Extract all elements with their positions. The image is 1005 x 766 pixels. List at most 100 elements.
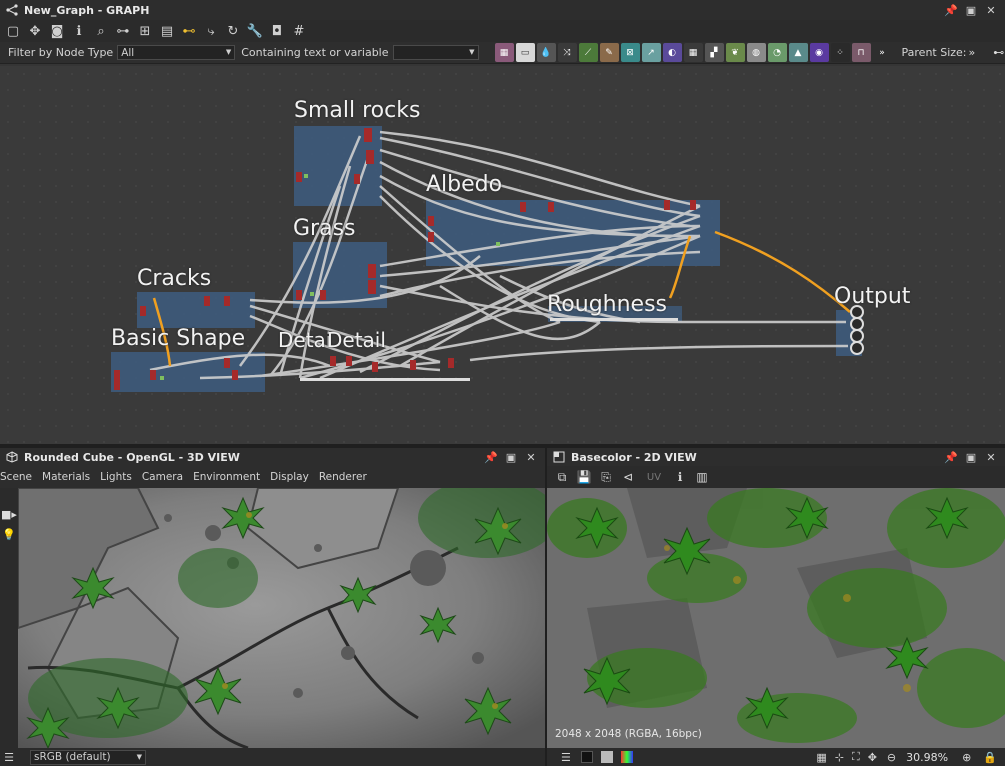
pattern-icon[interactable]: ⊠ — [620, 43, 640, 62]
graph-canvas[interactable]: Small rocks Albedo Grass Cracks Basic Sh… — [0, 66, 1005, 444]
more-icon[interactable]: » — [873, 43, 892, 62]
dock-icon[interactable]: ⊷ — [993, 46, 1004, 59]
menu-lights[interactable]: Lights — [100, 471, 132, 483]
layers-icon[interactable]: ☰ — [561, 751, 571, 764]
lock-icon[interactable]: 🔒 — [983, 751, 997, 764]
frame-title-albedo[interactable]: Albedo — [426, 172, 502, 197]
search-icon[interactable]: ⌕ — [90, 21, 112, 41]
grid-icon[interactable]: ▦ — [816, 751, 826, 764]
fx-icon[interactable]: ⁘ — [830, 43, 850, 62]
frame-selected-icon[interactable]: ✥ — [24, 21, 46, 41]
menu-scene[interactable]: Scene — [0, 471, 32, 483]
light-bulb-icon[interactable]: 💡 — [0, 524, 18, 544]
menu-environment[interactable]: Environment — [193, 471, 260, 483]
graph-titlebar: New_Graph - GRAPH 📌 ▣ ✕ — [0, 0, 1005, 20]
warp-icon[interactable]: ◔ — [767, 43, 787, 62]
menu-renderer[interactable]: Renderer — [319, 471, 367, 483]
image-node-icon[interactable]: ▦ — [494, 43, 514, 62]
channel-icon[interactable] — [600, 751, 613, 763]
close-icon[interactable]: ✕ — [983, 2, 999, 18]
noise-icon[interactable]: ◉ — [809, 43, 829, 62]
curve-icon[interactable]: ⟋ — [578, 43, 598, 62]
align-icon[interactable]: ⊞ — [134, 21, 156, 41]
view3d-render — [18, 488, 545, 748]
frame-title-roughness[interactable]: Roughness — [547, 292, 667, 317]
zoom-out-icon[interactable]: ⊖ — [887, 751, 896, 764]
parent-size-label: Parent Size: — [901, 46, 967, 59]
node-type-filter[interactable]: All ▼ — [117, 45, 236, 60]
colorspace-select[interactable]: sRGB (default) ▼ — [30, 749, 146, 765]
save-icon[interactable]: 💾 — [573, 468, 595, 486]
brush-icon[interactable]: ✎ — [599, 43, 619, 62]
connect-icon[interactable]: ⊷ — [178, 21, 200, 41]
frame-basic-shape[interactable] — [111, 352, 265, 392]
histogram-icon[interactable]: ▥ — [691, 468, 713, 486]
text-node-icon[interactable]: ▭ — [515, 43, 535, 62]
frame-title-grass[interactable]: Grass — [293, 216, 356, 241]
frame-title-detail-2[interactable]: Detail — [327, 328, 386, 352]
link-icon[interactable]: ⊶ — [112, 21, 134, 41]
video-camera-icon[interactable]: ■▸ — [0, 504, 18, 524]
frame-title-cracks[interactable]: Cracks — [137, 266, 211, 291]
tools-icon[interactable]: 🔧 — [244, 21, 266, 41]
view3d-viewport[interactable] — [18, 488, 545, 748]
frame-title-detail-1[interactable]: Detai — [278, 328, 331, 352]
pin-icon[interactable]: 📌 — [483, 449, 499, 465]
black-swatch-icon[interactable] — [580, 751, 593, 763]
zoom-in-icon[interactable]: ⊕ — [962, 751, 971, 764]
layout-icon[interactable]: ▤ — [156, 21, 178, 41]
refresh-icon[interactable]: ↻ — [222, 21, 244, 41]
plant-icon[interactable]: ❦ — [725, 43, 745, 62]
blend-icon[interactable]: ◐ — [662, 43, 682, 62]
shuffle-icon[interactable]: ⤨ — [557, 43, 577, 62]
menu-camera[interactable]: Camera — [142, 471, 183, 483]
graph-title: New_Graph - GRAPH — [24, 3, 150, 17]
close-icon[interactable]: ✕ — [983, 449, 999, 465]
transform-icon[interactable]: ▞ — [704, 43, 724, 62]
maximize-icon[interactable]: ▣ — [963, 2, 979, 18]
rgb-icon[interactable] — [620, 751, 633, 763]
frame-title-basic-shape[interactable]: Basic Shape — [111, 326, 245, 351]
frame-title-small-rocks[interactable]: Small rocks — [294, 98, 420, 123]
frame-all-icon[interactable]: ▢ — [2, 21, 24, 41]
level-icon[interactable]: ◍ — [746, 43, 766, 62]
gradient-icon[interactable]: ↗ — [641, 43, 661, 62]
copy-icon[interactable]: ⎘ — [595, 468, 617, 486]
frame-title-output[interactable]: Output — [834, 284, 910, 309]
view2d-viewport[interactable] — [547, 488, 1005, 748]
tile-icon[interactable]: ▦ — [683, 43, 703, 62]
maximize-icon[interactable]: ▣ — [503, 449, 519, 465]
view3d-title: Rounded Cube - OpenGL - 3D VIEW — [24, 450, 240, 464]
layers-icon[interactable]: ☰ — [0, 751, 18, 764]
frame-albedo[interactable] — [426, 200, 720, 266]
histogram-icon[interactable]: ▲ — [788, 43, 808, 62]
parent-size-more-icon[interactable]: » — [969, 46, 976, 59]
menu-materials[interactable]: Materials — [42, 471, 90, 483]
text-filter-input[interactable]: ▼ — [392, 45, 479, 60]
pixel-icon[interactable]: ⊓ — [851, 43, 871, 62]
drop-icon[interactable]: 💧 — [536, 43, 556, 62]
center-icon[interactable]: ✥ — [868, 751, 877, 764]
pin-icon[interactable]: 📌 — [943, 2, 959, 18]
snapshot-icon[interactable]: ◘ — [266, 21, 288, 41]
uv-toggle[interactable]: UV — [639, 468, 669, 486]
reroute-icon[interactable]: ⤷ — [200, 21, 222, 41]
pin-icon[interactable]: 📌 — [943, 449, 959, 465]
info-icon[interactable]: ℹ — [669, 468, 691, 486]
filter-bar: Filter by Node Type All ▼ Containing tex… — [0, 42, 1005, 64]
share-icon[interactable]: ⊲ — [617, 468, 639, 486]
view2d-toolbar: ⧉ 💾 ⎘ ⊲ UV ℹ ▥ — [547, 466, 1005, 488]
info-icon[interactable]: ℹ — [68, 21, 90, 41]
camera-icon[interactable]: ◙ — [46, 21, 68, 41]
view2d-panel: Basecolor - 2D VIEW 📌 ▣ ✕ ⧉ 💾 ⎘ ⊲ UV ℹ ▥ — [547, 448, 1005, 766]
frame-icon[interactable]: ⛶ — [852, 750, 860, 764]
fit-view-icon[interactable]: ⧉ — [551, 468, 573, 486]
menu-display[interactable]: Display — [270, 471, 309, 483]
maximize-icon[interactable]: ▣ — [963, 449, 979, 465]
grid-icon[interactable]: # — [288, 21, 310, 41]
frame-cracks[interactable] — [137, 292, 255, 328]
view3d-sidebar: ■▸ 💡 — [0, 488, 18, 748]
chevron-down-icon: ▼ — [469, 48, 475, 56]
tiling-icon[interactable]: ⊹ — [835, 751, 844, 764]
close-icon[interactable]: ✕ — [523, 449, 539, 465]
